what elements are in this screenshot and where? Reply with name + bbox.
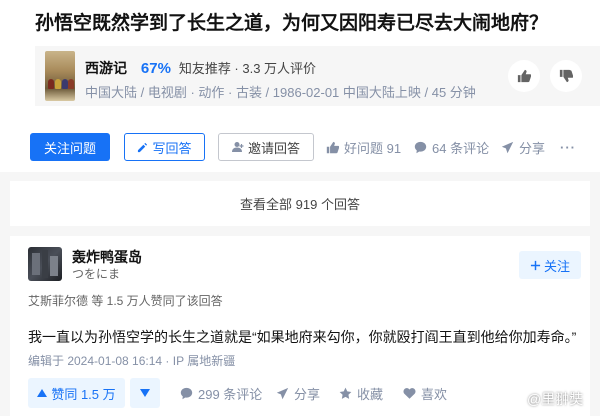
answer-comments-label: 299 条评论 bbox=[198, 386, 263, 402]
comment-icon bbox=[180, 387, 193, 400]
follow-author-label: 关注 bbox=[543, 258, 570, 274]
question-actions: 关注问题 写回答 邀请回答 好问题 91 64 条评论 分享 ··· bbox=[30, 133, 590, 161]
vote-up-button[interactable]: 赞同 1.5 万 bbox=[28, 378, 125, 408]
answer-content: 我一直以为孙悟空学的长生之道就是“如果地府来勾你，你就殴打阎王直到他给你加寿命。… bbox=[28, 329, 577, 345]
caret-down-icon bbox=[140, 389, 150, 397]
movie-rating: 67% bbox=[140, 60, 171, 77]
thumb-up-icon bbox=[517, 69, 531, 83]
share-icon bbox=[501, 141, 514, 154]
question-share-button[interactable]: 分享 bbox=[501, 133, 545, 161]
like-button[interactable]: 喜欢 bbox=[403, 378, 447, 408]
follow-question-button[interactable]: 关注问题 bbox=[30, 133, 110, 161]
plus-icon bbox=[530, 260, 541, 271]
write-answer-label: 写回答 bbox=[152, 140, 192, 156]
invite-icon bbox=[231, 141, 244, 153]
invite-answer-button[interactable]: 邀请回答 bbox=[218, 133, 314, 161]
like-label: 喜欢 bbox=[421, 386, 448, 402]
good-question-button[interactable]: 好问题 91 bbox=[326, 133, 401, 161]
answer-card: 轰炸鸭蛋岛 つをにま 关注 艾斯菲尔德 等 1.5 万人赞同了该回答 我一直以为… bbox=[10, 236, 590, 416]
more-button[interactable]: ··· bbox=[560, 133, 576, 161]
watermark: @里翀奘 bbox=[506, 389, 583, 409]
answer-actions: 赞同 1.5 万 299 条评论 分享 收藏 喜欢 bbox=[28, 378, 588, 408]
movie-downvote-button[interactable] bbox=[550, 60, 582, 92]
movie-info-line: 西游记 67% 知友推荐 · 3.3 万人评价 bbox=[85, 58, 316, 78]
question-comments-button[interactable]: 64 条评论 bbox=[414, 133, 489, 161]
thumb-up-icon bbox=[326, 141, 339, 154]
heart-icon bbox=[403, 387, 416, 400]
good-question-label: 好问题 91 bbox=[344, 140, 402, 156]
pencil-icon bbox=[137, 142, 148, 153]
answer-share-label: 分享 bbox=[294, 386, 321, 402]
invite-answer-label: 邀请回答 bbox=[247, 140, 300, 156]
answer-share-button[interactable]: 分享 bbox=[276, 378, 320, 408]
movie-card[interactable]: 西游记 67% 知友推荐 · 3.3 万人评价 中国大陆 / 电视剧 · 动作 … bbox=[35, 46, 600, 106]
question-share-label: 分享 bbox=[519, 140, 546, 156]
view-all-answers-link[interactable]: 查看全部 919 个回答 bbox=[10, 181, 590, 226]
movie-poster bbox=[45, 51, 75, 101]
avatar[interactable] bbox=[28, 247, 62, 281]
write-answer-button[interactable]: 写回答 bbox=[124, 133, 205, 161]
favorite-button[interactable]: 收藏 bbox=[339, 378, 383, 408]
author-bio: つをにま bbox=[72, 267, 121, 281]
comment-icon bbox=[414, 141, 427, 154]
movie-meta: 中国大陆 / 电视剧 · 动作 · 古装 / 1986-02-01 中国大陆上映… bbox=[85, 85, 476, 100]
favorite-label: 收藏 bbox=[357, 386, 384, 402]
star-icon bbox=[339, 387, 352, 400]
question-card: 孙悟空既然学到了长生之道，为何又因阳寿已尽去大闹地府？ 西游记 67% 知友推荐… bbox=[0, 0, 600, 172]
edit-time: 编辑于 2024-01-08 16:14 · IP 属地新疆 bbox=[28, 354, 236, 368]
follow-author-button[interactable]: 关注 bbox=[519, 251, 581, 279]
vote-up-label: 赞同 1.5 万 bbox=[51, 386, 116, 402]
caret-up-icon bbox=[37, 389, 48, 397]
vote-down-button[interactable] bbox=[130, 378, 160, 408]
share-icon bbox=[276, 387, 289, 400]
watermark-text: @里翀奘 bbox=[527, 391, 584, 407]
thumb-down-icon bbox=[559, 69, 573, 83]
movie-upvote-button[interactable] bbox=[508, 60, 540, 92]
author-name[interactable]: 轰炸鸭蛋岛 bbox=[72, 247, 142, 267]
question-title[interactable]: 孙悟空既然学到了长生之道，为何又因阳寿已尽去大闹地府？ bbox=[35, 8, 548, 35]
answer-comments-button[interactable]: 299 条评论 bbox=[180, 378, 262, 408]
movie-rating-label: 知友推荐 · 3.3 万人评价 bbox=[178, 61, 317, 76]
weibo-icon bbox=[506, 392, 524, 406]
movie-name: 西游记 bbox=[85, 60, 127, 76]
voters-summary[interactable]: 艾斯菲尔德 等 1.5 万人赞同了该回答 bbox=[28, 292, 223, 309]
question-comments-label: 64 条评论 bbox=[432, 140, 490, 156]
